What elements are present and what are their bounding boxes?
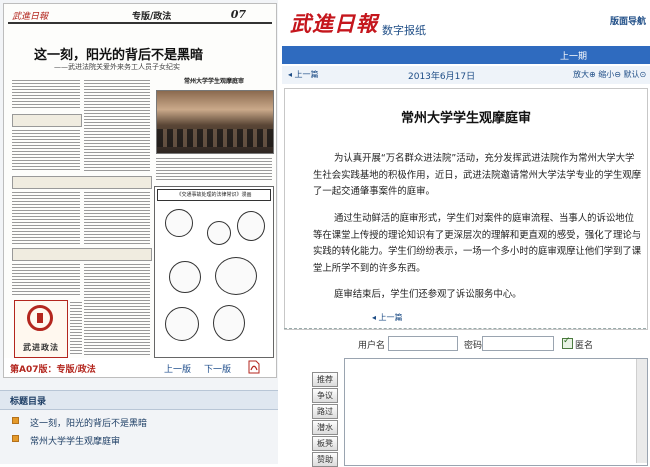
bullet-icon xyxy=(12,435,19,442)
recommend-button[interactable]: 推荐 xyxy=(312,372,338,387)
divider xyxy=(284,328,646,329)
text-column xyxy=(84,190,150,244)
cartoon-figure xyxy=(237,211,265,241)
prev-article-link[interactable]: ◂ 上一篇 xyxy=(288,69,319,80)
article-paragraph: 庭审结束后，学生们还参观了诉讼服务中心。 xyxy=(334,289,522,300)
left-panel: 武進日報 专版/政法 07 这一刻，阳光的背后不是黑暗 ——武进法院关爱外来务工… xyxy=(0,0,278,464)
zoom-controls[interactable]: 放大⊕ 缩小⊖ 默认⊙ xyxy=(573,69,646,80)
cartoon-figure xyxy=(215,257,257,295)
prev-issue-link[interactable]: 上一期 xyxy=(560,49,587,62)
bullet-icon xyxy=(12,417,19,424)
court-emblem-icon xyxy=(27,305,53,331)
issue-date: 2013年6月17日 xyxy=(408,72,476,82)
toc-item-label[interactable]: 常州大学学生观摩庭审 xyxy=(30,434,120,447)
cartoon-figure xyxy=(165,209,193,237)
anonymous-checkbox[interactable] xyxy=(562,336,573,349)
photo-caption[interactable]: 常州大学学生观摩庭审 xyxy=(156,76,272,88)
text-column xyxy=(12,262,80,296)
cartoon-figure xyxy=(213,305,245,341)
text-column xyxy=(84,262,150,356)
cartoon-panel: 《交通事故处理的法律常识》漫画 xyxy=(154,186,274,358)
dispute-button[interactable]: 争议 xyxy=(312,388,338,403)
cartoon-figure xyxy=(169,261,201,293)
article-prev-link[interactable]: ◂ 上一篇 xyxy=(372,312,403,323)
text-column xyxy=(12,190,80,244)
toc-heading: 标题目录 xyxy=(0,390,278,410)
issue-nav-bar: 上一期 xyxy=(282,46,650,64)
toc-item-label[interactable]: 这一刻，阳光的背后不是黑暗 xyxy=(30,416,147,429)
page-number: 07 xyxy=(230,8,246,21)
password-input[interactable] xyxy=(482,336,554,351)
page-footer: 第A07版：专版/政法 上一版 下一版 xyxy=(4,358,276,377)
page-headline[interactable]: 这一刻，阳光的背后不是黑暗 xyxy=(34,44,203,63)
comment-textarea[interactable] xyxy=(344,358,648,466)
edition-label: 第A07版：专版/政法 xyxy=(10,365,96,375)
text-column xyxy=(12,128,80,172)
prev-page-link[interactable]: 上一版 xyxy=(164,362,191,375)
text-column xyxy=(70,300,82,356)
bench-button[interactable]: 板凳 xyxy=(312,436,338,451)
password-label: 密码 xyxy=(464,341,483,351)
text-column xyxy=(84,78,150,172)
username-label: 用户名 xyxy=(358,341,386,351)
column-heading xyxy=(12,114,82,127)
article-body: 常州大学学生观摩庭审 为认真开展“万名群众进法院”活动，充分发挥武进法院作为常州… xyxy=(284,88,648,330)
seal-text: 武进政法 xyxy=(23,342,59,352)
comment-login-row: 用户名 密码 匿名 xyxy=(282,334,650,354)
pass-by-button[interactable]: 路过 xyxy=(312,404,338,419)
page-masthead: 武進日報 专版/政法 07 xyxy=(8,8,272,24)
site-header: 武進日報 数字报纸 版面导航 xyxy=(282,0,650,46)
page-section-label: 专版/政法 xyxy=(132,12,172,22)
courtroom-photo[interactable] xyxy=(156,90,274,154)
page-nav-link[interactable]: 版面导航 xyxy=(610,14,646,27)
cartoon-figure xyxy=(207,221,231,245)
article-paragraph: 为认真开展“万名群众进法院”活动，充分发挥武进法院作为常州大学大学生社会实践基地… xyxy=(313,153,642,197)
page-subhead: ——武进法院关爱外来务工人员子女纪实 xyxy=(54,63,180,71)
cartoon-title: 《交通事故处理的法律常识》漫画 xyxy=(157,189,271,201)
article-paragraph: 通过生动鲜活的庭审形式，学生们对案件的庭审流程、当事人的诉讼地位等在课堂上传授的… xyxy=(313,213,642,274)
mini-logo: 武進日報 xyxy=(12,12,49,22)
lurk-button[interactable]: 潜水 xyxy=(312,420,338,435)
sponsor-button[interactable]: 赞助 xyxy=(312,452,338,467)
text-column xyxy=(12,78,80,110)
username-input[interactable] xyxy=(388,336,458,351)
article-title: 常州大学学生观摩庭审 xyxy=(400,111,531,126)
toc-item[interactable]: 常州大学学生观摩庭审 xyxy=(0,430,278,450)
article-panel: 武進日報 数字报纸 版面导航 上一期 ◂ 上一篇 2013年6月17日 放大⊕ … xyxy=(282,0,650,467)
site-name: 数字报纸 xyxy=(382,24,426,37)
pdf-icon[interactable] xyxy=(248,360,260,374)
cartoon-figure xyxy=(165,307,199,341)
date-bar: ◂ 上一篇 2013年6月17日 放大⊕ 缩小⊖ 默认⊙ xyxy=(282,66,650,84)
toc-heading-label: 标题目录 xyxy=(10,397,47,407)
next-page-link[interactable]: 下一版 xyxy=(204,362,231,375)
column-heading xyxy=(12,248,152,261)
comment-scrollbar[interactable] xyxy=(636,359,647,463)
toc-item[interactable]: 这一刻，阳光的背后不是黑暗 xyxy=(0,412,278,432)
column-heading xyxy=(12,176,152,189)
text-column xyxy=(156,156,272,182)
wujin-legal-seal: 武进政法 xyxy=(14,300,68,358)
anonymous-label: 匿名 xyxy=(575,341,594,351)
site-logo[interactable]: 武進日報 xyxy=(290,8,378,38)
newspaper-page-preview[interactable]: 武進日報 专版/政法 07 这一刻，阳光的背后不是黑暗 ——武进法院关爱外来务工… xyxy=(3,3,277,378)
